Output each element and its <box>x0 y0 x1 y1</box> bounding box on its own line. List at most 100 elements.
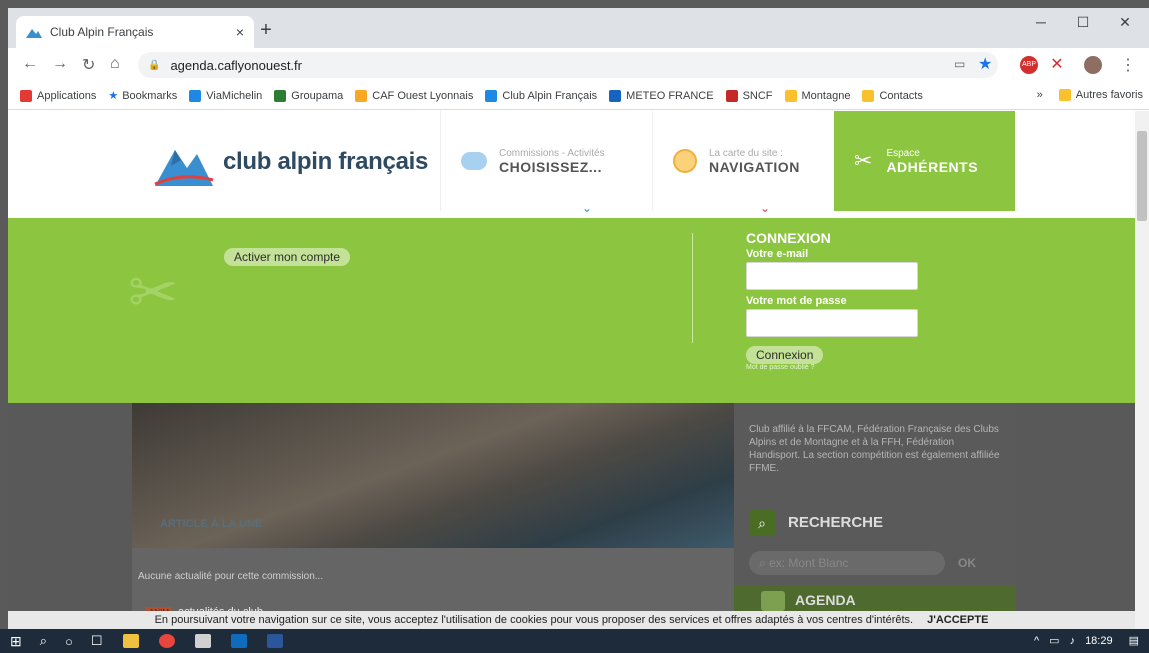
search-field-icon: ⌕ <box>759 556 770 570</box>
file-explorer-icon[interactable] <box>122 634 139 648</box>
clock[interactable]: 18:29 <box>1085 635 1113 647</box>
close-window-button[interactable]: ✕ <box>1102 14 1148 31</box>
search-input[interactable]: ⌕ ex: Mont Blanc <box>749 551 945 575</box>
search-placeholder: ex: Mont Blanc <box>769 556 849 570</box>
cookie-banner: En poursuivant votre navigation sur ce s… <box>8 611 1135 629</box>
logo-text: club alpin français <box>223 148 429 175</box>
tab-strip: Club Alpin Français × + ─ ☐ ✕ <box>8 8 1149 48</box>
web-page: club alpin français Commissions - Activi… <box>8 111 1135 629</box>
bookmarks-bar: Applications ★ Bookmarks ViaMichelin Grou… <box>8 82 1149 110</box>
no-news-text: Aucune actualité pour cette commission..… <box>138 571 324 582</box>
bookmarks-more-button[interactable]: » <box>1037 89 1043 101</box>
menu-navigation[interactable]: La carte du site : NAVIGATION <box>652 111 834 211</box>
forgot-password-link[interactable]: Mot de passe oublié ? <box>746 364 918 371</box>
bookmark-bookmarks[interactable]: ★ Bookmarks <box>108 89 178 103</box>
bookmark-label: Applications <box>37 89 97 102</box>
menu-big-label: ADHÉRENTS <box>886 158 979 175</box>
minimize-button[interactable]: ─ <box>1018 14 1064 30</box>
paint-icon[interactable] <box>194 634 211 648</box>
task-view-icon[interactable]: ☐ <box>91 633 103 649</box>
profile-avatar[interactable] <box>1084 56 1102 74</box>
menu-dots-icon[interactable]: ⋮ <box>1120 55 1136 75</box>
hero-caption[interactable]: ARTICLE À LA UNE <box>160 518 262 530</box>
menu-big-label: CHOISISSEZ... <box>499 158 602 175</box>
menu-small-label: Espace <box>886 147 920 159</box>
bookmark-meteo[interactable]: METEO FRANCE <box>609 89 714 102</box>
new-tab-button[interactable]: + <box>254 19 278 42</box>
url-text: agenda.caflyonouest.fr <box>170 57 302 73</box>
menu-espace-adherents[interactable]: ✂ Espace ADHÉRENTS <box>834 111 1015 211</box>
site-logo[interactable]: club alpin français <box>153 136 428 188</box>
tools-watermark-icon: ✂ <box>128 259 179 326</box>
chrome-icon[interactable] <box>158 634 175 648</box>
search-title: RECHERCHE <box>788 514 884 531</box>
bookmark-applications[interactable]: Applications <box>20 89 97 102</box>
bookmark-label: METEO FRANCE <box>626 89 714 102</box>
menu-small-label: La carte du site : <box>709 147 783 159</box>
cookie-text: En poursuivant votre navigation sur ce s… <box>154 614 914 626</box>
about-text: Club affilié à la FFCAM, Fédération Fran… <box>749 424 1000 474</box>
cast-icon[interactable]: ▭ <box>954 57 965 71</box>
bookmark-contacts[interactable]: Contacts <box>862 89 923 102</box>
bookmark-label: CAF Ouest Lyonnais <box>372 89 474 102</box>
activate-account-button[interactable]: Activer mon compte <box>224 248 351 266</box>
notifications-icon[interactable]: ▤ <box>1129 634 1139 647</box>
reload-icon[interactable]: ↻ <box>82 55 95 75</box>
volume-icon[interactable]: ♪ <box>1070 635 1076 647</box>
accept-cookies-button[interactable]: J'ACCEPTE <box>927 614 988 626</box>
tab-club-alpin[interactable]: Club Alpin Français × <box>16 16 254 48</box>
word-icon[interactable] <box>266 634 283 648</box>
tools-icon: ✂ <box>854 148 873 173</box>
bookmark-sncf[interactable]: SNCF <box>725 89 773 102</box>
star-icon: ★ <box>108 90 119 102</box>
page-scrollbar[interactable] <box>1135 111 1149 629</box>
tab-close-icon[interactable]: × <box>236 24 244 40</box>
email-field[interactable] <box>746 262 918 290</box>
folder-icon <box>1058 89 1071 101</box>
cortana-icon[interactable]: ○ <box>65 634 73 649</box>
search-ok-button[interactable]: OK <box>958 556 976 570</box>
bookmark-label: Groupama <box>291 89 344 102</box>
bookmark-montagne[interactable]: Montagne <box>784 89 851 102</box>
home-icon[interactable]: ⌂ <box>110 55 120 73</box>
email-label: Votre e-mail <box>746 248 809 260</box>
bookmark-viamichelin[interactable]: ViaMichelin <box>189 89 263 102</box>
adblock-extension-icon[interactable]: ABP <box>1020 56 1038 74</box>
panel-divider <box>692 233 693 343</box>
password-field[interactable] <box>746 309 918 337</box>
extension-x-icon[interactable]: ✕ <box>1048 56 1066 74</box>
back-arrow-icon[interactable]: ← <box>22 55 38 73</box>
apps-grid-icon <box>20 89 32 102</box>
maximize-button[interactable]: ☐ <box>1060 14 1106 31</box>
search-icon[interactable]: ⌕ <box>40 633 47 649</box>
bookmark-label: Bookmarks <box>122 89 178 102</box>
tray-chevron-icon[interactable]: ^ <box>1034 635 1039 647</box>
windows-taskbar: ⊞ ⌕ ○ ☐ ^ ▭ ♪ 18:29 ▤ <box>0 629 1149 653</box>
network-icon[interactable]: ▭ <box>1049 634 1059 647</box>
bookmark-label: ViaMichelin <box>206 89 263 102</box>
menu-commissions[interactable]: Commissions - Activités CHOISISSEZ... <box>440 111 652 211</box>
bookmark-caf-ouest[interactable]: CAF Ouest Lyonnais <box>355 89 474 102</box>
bookmark-groupama[interactable]: Groupama <box>274 89 344 102</box>
login-title: CONNEXION <box>746 230 831 246</box>
login-button[interactable]: Connexion <box>746 346 824 364</box>
agenda-title[interactable]: AGENDA <box>795 592 856 608</box>
bookmark-label: Club Alpin Français <box>502 89 598 102</box>
menu-big-label: NAVIGATION <box>709 158 800 175</box>
lock-icon: 🔒 <box>148 59 161 71</box>
forward-arrow-icon[interactable]: → <box>52 55 68 73</box>
windows-start-icon[interactable]: ⊞ <box>10 633 22 650</box>
address-bar[interactable]: 🔒 agenda.caflyonouest.fr <box>138 52 998 78</box>
meteo-icon <box>609 89 622 102</box>
bookmark-label: Montagne <box>801 89 851 102</box>
scrollbar-thumb[interactable] <box>1137 131 1147 221</box>
site-header: club alpin français Commissions - Activi… <box>8 111 1135 221</box>
bookmark-club-alpin[interactable]: Club Alpin Français <box>485 89 598 102</box>
folder-icon <box>784 89 797 102</box>
caf-ouest-icon <box>355 89 368 102</box>
bookmark-star-icon[interactable]: ★ <box>978 54 992 74</box>
viamichelin-icon <box>189 89 202 102</box>
bookmark-label: Contacts <box>879 89 923 102</box>
other-bookmarks[interactable]: Autres favoris <box>1076 89 1143 101</box>
outlook-icon[interactable] <box>230 634 247 648</box>
